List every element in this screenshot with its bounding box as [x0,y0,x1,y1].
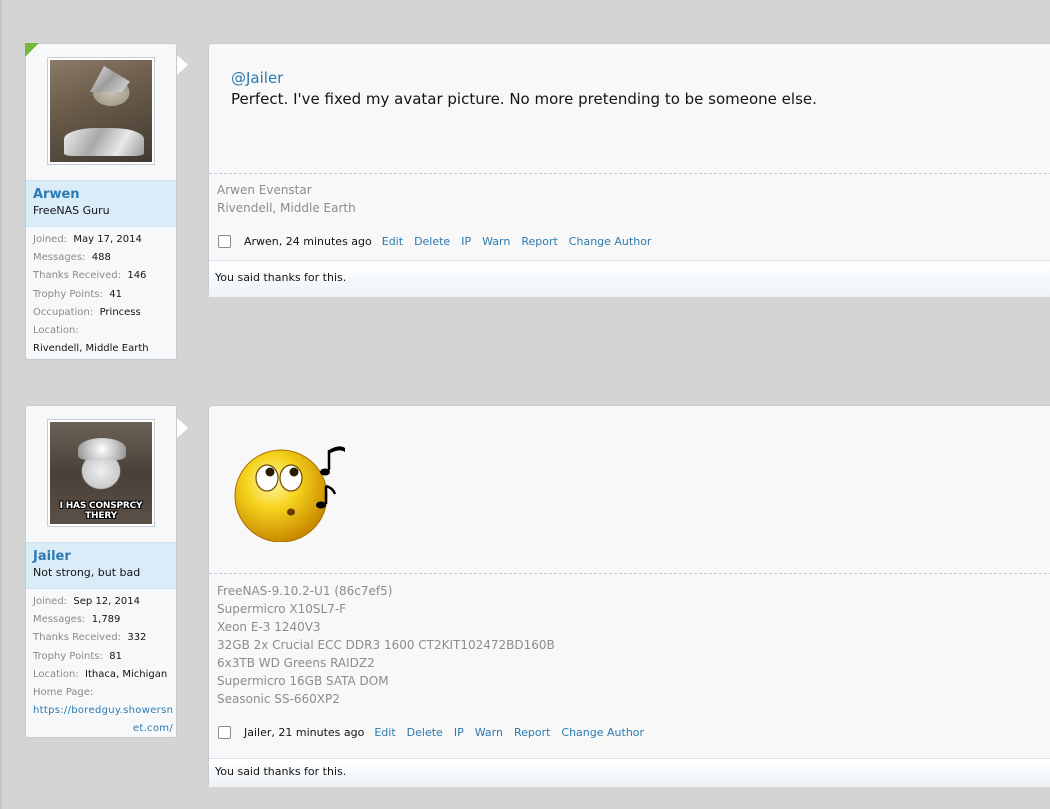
homepage-link-line2[interactable]: et.com/ [133,723,173,734]
stat-value-joined: May 17, 2014 [73,234,142,245]
stat-label-trophy: Trophy Points: [33,650,103,662]
mention-link[interactable]: @Jailer [231,69,817,87]
change-author-link[interactable]: Change Author [569,235,652,248]
page-left-border [0,0,2,809]
signature-line: Seasonic SS-660XP2 [217,692,340,706]
signature-line: Xeon E-3 1240V3 [217,620,321,634]
avatar-caption: I HAS CONSPRCY THERY [59,501,143,521]
stat-label-thanks: Thanks Received: [33,632,121,644]
signature-line: 32GB 2x Crucial ECC DDR3 1600 CT2KIT1024… [217,638,555,652]
message-text: @Jailer Perfect. I've fixed my avatar pi… [231,69,817,108]
avatar-image [50,60,152,162]
message-meta: Jailer, 21 minutes ago Edit Delete IP Wa… [217,726,655,739]
signature-line: FreeNAS-9.10.2-U1 (86c7ef5) [217,584,393,598]
signature-line: Supermicro 16GB SATA DOM [217,674,389,688]
thanks-bar: You said thanks for this. [209,758,1050,787]
stat-label-thanks: Thanks Received: [33,270,121,282]
user-card: Arwen FreeNAS Guru Joined: May 17, 2014 … [25,43,177,360]
stat-value-location[interactable]: Ithaca, Michigan [85,669,167,680]
change-author-link[interactable]: Change Author [561,726,644,739]
ip-link[interactable]: IP [454,726,464,739]
stat-label-occupation: Occupation: [33,306,94,318]
username-link[interactable]: Arwen [33,187,80,202]
user-card: I HAS CONSPRCY THERY Jailer Not strong, … [25,405,177,738]
user-stats: Joined: May 17, 2014 Messages: 488 Thank… [33,231,173,358]
user-stats: Joined: Sep 12, 2014 Messages: 1,789 Tha… [33,593,173,739]
stat-value-thanks: 332 [127,632,147,644]
delete-link[interactable]: Delete [414,235,450,248]
avatar-image: I HAS CONSPRCY THERY [50,422,152,524]
warn-link[interactable]: Warn [482,235,510,248]
author-time[interactable]: Arwen, 24 minutes ago [244,235,372,248]
user-name-block: Arwen FreeNAS Guru [26,180,176,227]
message-meta: Arwen, 24 minutes ago Edit Delete IP War… [217,235,662,248]
avatar[interactable]: I HAS CONSPRCY THERY [47,419,155,527]
stat-label-location: Location: [33,325,79,337]
signature-divider [209,573,1050,574]
user-title: Not strong, but bad [33,566,141,579]
username-link[interactable]: Jailer [33,549,71,564]
stat-label-joined: Joined: [33,234,68,245]
user-name-block: Jailer Not strong, but bad [26,542,176,589]
select-checkbox[interactable] [218,726,231,739]
signature: FreeNAS-9.10.2-U1 (86c7ef5) Supermicro X… [217,582,555,708]
stat-label-trophy: Trophy Points: [33,288,103,300]
ip-link[interactable]: IP [461,235,471,248]
avatar[interactable] [47,57,155,165]
stat-label-messages: Messages: [33,614,86,626]
stat-value-messages[interactable]: 488 [92,252,111,263]
user-title: FreeNAS Guru [33,204,110,217]
stat-label-location: Location: [33,668,79,680]
thanks-text: You said thanks for this. [215,765,347,778]
stat-value-joined: Sep 12, 2014 [73,596,140,607]
report-link[interactable]: Report [521,235,557,248]
signature-divider [209,173,1050,174]
author-time[interactable]: Jailer, 21 minutes ago [244,726,364,739]
message-body: FreeNAS-9.10.2-U1 (86c7ef5) Supermicro X… [208,405,1050,787]
thanks-bar: You said thanks for this. [209,260,1050,297]
signature-line: Supermicro X10SL7-F [217,602,347,616]
stat-value-trophy[interactable]: 81 [109,651,122,662]
report-link[interactable]: Report [514,726,550,739]
card-arrow [177,55,188,75]
select-checkbox[interactable] [218,235,231,248]
card-arrow [177,418,188,438]
stat-value-thanks: 146 [127,270,147,282]
message-body: @Jailer Perfect. I've fixed my avatar pi… [208,43,1050,297]
thanks-text: You said thanks for this. [215,271,347,284]
message-content: Perfect. I've fixed my avatar picture. N… [231,90,817,108]
edit-link[interactable]: Edit [382,235,403,248]
stat-value-location[interactable]: Rivendell, Middle Earth [33,343,149,354]
stat-label-joined: Joined: [33,596,68,607]
edit-link[interactable]: Edit [374,726,395,739]
signature-line: 6x3TB WD Greens RAIDZ2 [217,656,375,670]
online-indicator [25,43,39,57]
stat-value-trophy[interactable]: 41 [109,289,122,300]
signature-line: Rivendell, Middle Earth [217,201,356,215]
homepage-link[interactable]: https://boredguy.showersn et.com/ [33,702,173,738]
delete-link[interactable]: Delete [407,726,443,739]
warn-link[interactable]: Warn [475,726,503,739]
stat-label-messages: Messages: [33,252,86,264]
signature-line: Arwen Evenstar [217,183,312,197]
signature: Arwen Evenstar Rivendell, Middle Earth [217,181,356,217]
stat-label-homepage: Home Page: [33,687,94,699]
stat-value-occupation: Princess [99,306,141,318]
whistling-smiley-icon [234,446,345,542]
stat-value-messages[interactable]: 1,789 [92,614,121,625]
homepage-link-line1[interactable]: https://boredguy.showersn [33,705,173,716]
